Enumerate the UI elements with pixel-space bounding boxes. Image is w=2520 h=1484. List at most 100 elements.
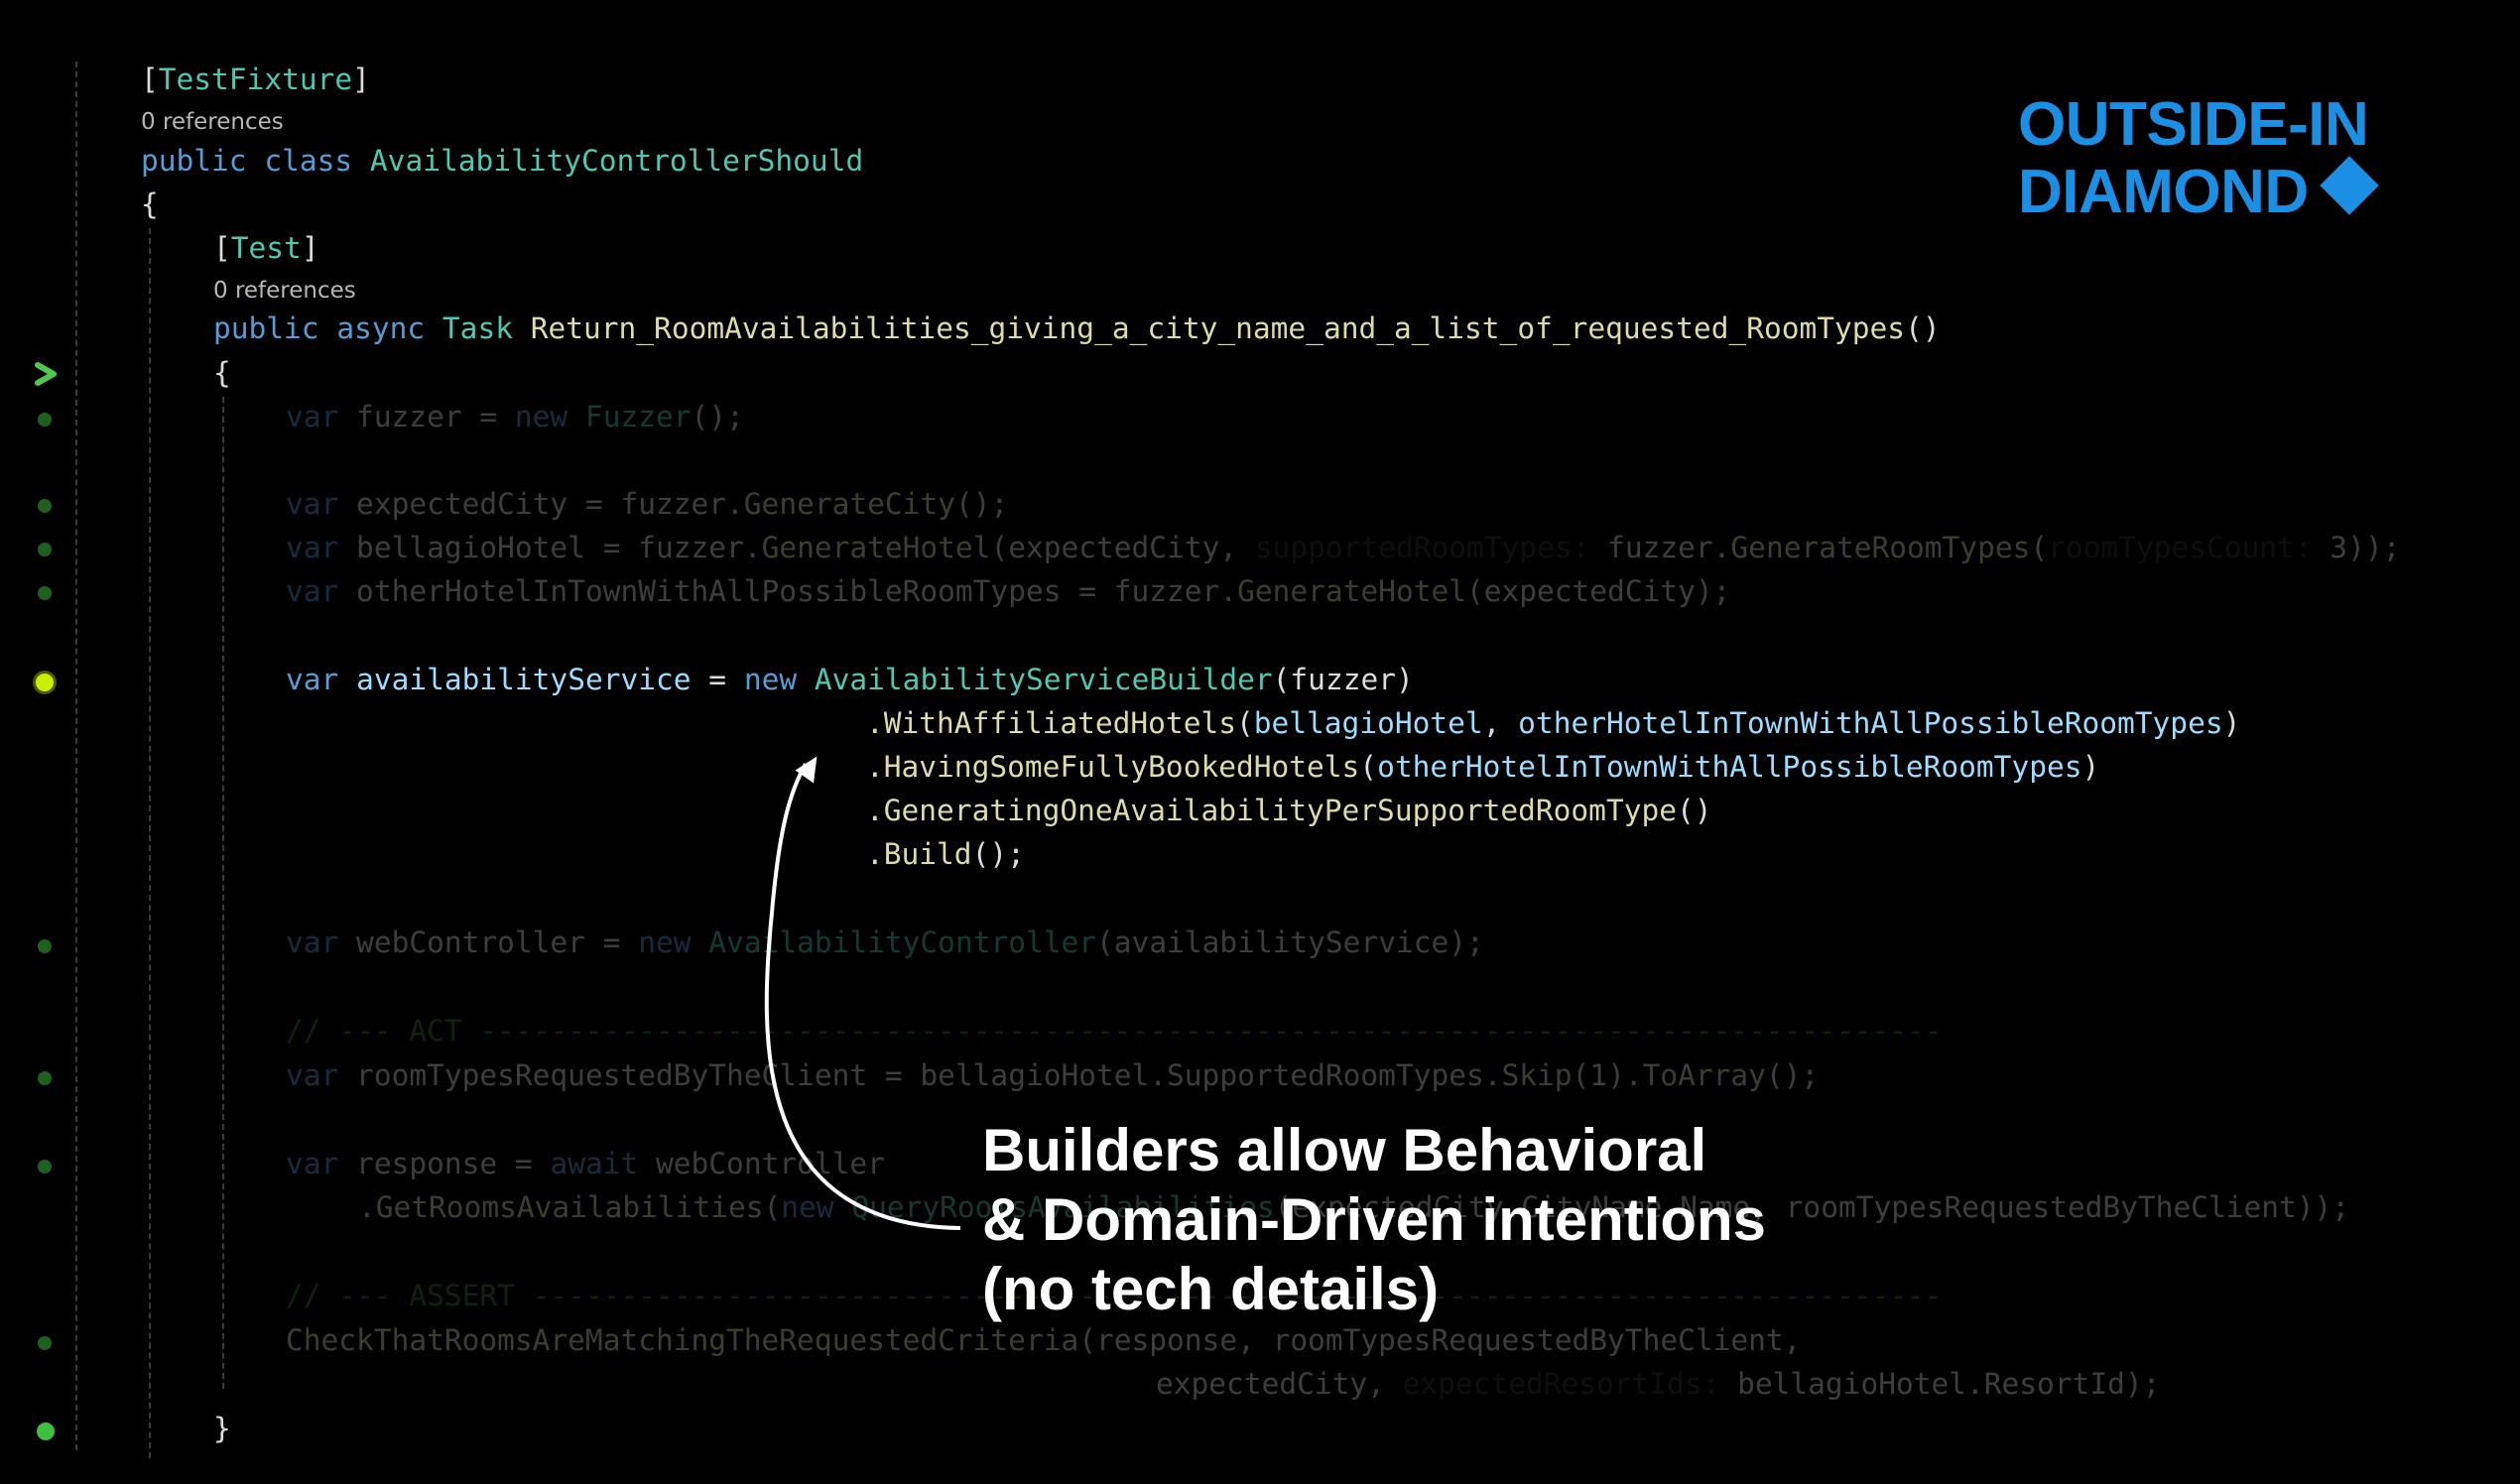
brace: } (213, 1412, 231, 1445)
code-line-chain-build[interactable]: .Build(); (866, 832, 1025, 876)
code-line-bellagio-hotel[interactable]: var bellagioHotel = fuzzer.GenerateHotel… (286, 526, 2400, 569)
argument: bellagioHotel (1253, 706, 1483, 740)
code-text: otherHotelInTownWithAllPossibleRoomTypes… (338, 574, 1238, 608)
codelens-references[interactable]: 0 references (141, 107, 284, 137)
code-text: (); (954, 487, 1009, 521)
code-text: ( (2030, 531, 2049, 564)
codelens-references[interactable]: 0 references (213, 276, 356, 306)
method-call: CheckThatRoomsAreMatchingTheRequestedCri… (286, 1323, 1079, 1357)
argument: otherHotelInTownWithAllPossibleRoomTypes (1518, 706, 2223, 740)
attribute-name: TestFixture (158, 62, 353, 96)
keyword: class (264, 144, 353, 178)
callout-annotation: Builders allow Behavioral & Domain-Drive… (982, 1116, 1766, 1324)
type-name: AvailabilityServiceBuilder (814, 663, 1273, 696)
code-line-class-declaration[interactable]: public class AvailabilityControllerShoul… (141, 139, 863, 183)
code-line-brace[interactable]: { (213, 351, 231, 395)
outside-in-diamond-logo: OUTSIDE-IN DIAMOND (2018, 91, 2379, 226)
code-line-brace-close[interactable]: } (213, 1407, 231, 1450)
code-line-attribute-fixture[interactable]: [TestFixture] (141, 58, 370, 101)
brace: { (141, 187, 159, 221)
code-line-attribute-test[interactable]: [Test] (213, 226, 319, 270)
brand-line-2: DIAMOND (2018, 156, 2379, 226)
breakpoint-dot[interactable] (38, 543, 52, 556)
keyword: await (550, 1147, 639, 1180)
bracket: ] (301, 231, 319, 265)
brace: { (213, 356, 231, 390)
code-line-web-controller[interactable]: var webController = new AvailabilityCont… (286, 921, 1484, 964)
keyword: var (286, 400, 339, 433)
code-comment-act[interactable]: // --- ACT -----------------------------… (286, 1009, 1943, 1052)
method-call: .Build (866, 837, 972, 871)
code-line-chain-affiliated[interactable]: .WithAffiliatedHotels(bellagioHotel, oth… (866, 701, 2240, 745)
code-text: (1). (1572, 1058, 1643, 1092)
type-name: Fuzzer (584, 400, 692, 433)
code-line-check-continued[interactable]: expectedCity, expectedResortIds: bellagi… (1156, 1362, 2160, 1406)
keyword: var (286, 487, 339, 521)
code-text: response = (338, 1147, 551, 1180)
code-text: expectedCity, (1156, 1367, 1403, 1401)
indent-guide (149, 228, 151, 1458)
keyword: new (743, 663, 798, 696)
diamond-icon (2320, 156, 2379, 215)
breakpoint-dot-active[interactable] (36, 674, 54, 691)
code-line-fuzzer[interactable]: var fuzzer = new Fuzzer(); (286, 395, 744, 438)
code-line-availability-service[interactable]: var availabilityService = new Availabili… (286, 658, 1414, 701)
method-call: Skip (1501, 1058, 1573, 1092)
code-text: (expectedCity, (990, 531, 1255, 564)
code-text: webController = (338, 926, 639, 959)
code-text: (); (691, 400, 744, 433)
code-line-response[interactable]: var response = await webController (286, 1142, 885, 1185)
indent-guide (75, 62, 77, 1450)
code-text: (); (971, 837, 1025, 871)
method-call: .HavingSomeFullyBookedHotels (866, 750, 1360, 784)
bracket: [ (141, 62, 159, 96)
method-call: ToArray (1642, 1058, 1766, 1092)
variable-name: availabilityService (356, 663, 692, 696)
breakpoint-dot[interactable] (37, 1422, 55, 1440)
method-name: Return_RoomAvailabilities_giving_a_city_… (530, 311, 1906, 345)
brand-line-2-text: DIAMOND (2018, 158, 2309, 226)
code-text: (); (1765, 1058, 1820, 1092)
parameter-hint: supportedRoomTypes: (1254, 531, 1590, 564)
callout-line-1: Builders allow Behavioral (982, 1117, 1707, 1183)
code-line-chain-fully-booked[interactable]: .HavingSomeFullyBookedHotels(otherHotelI… (866, 745, 2099, 789)
keyword: var (286, 1147, 339, 1180)
code-editor-canvas: [TestFixture] 0 references public class … (0, 0, 2520, 1484)
type-name: AvailabilityController (708, 926, 1097, 959)
code-line-check[interactable]: CheckThatRoomsAreMatchingTheRequestedCri… (286, 1318, 1801, 1362)
breakpoint-dot[interactable] (38, 1160, 52, 1174)
keyword: var (286, 574, 339, 608)
code-text: webController (638, 1147, 885, 1180)
parameter-hint: roomTypesCount: (2048, 531, 2313, 564)
keyword: public (213, 311, 319, 345)
callout-line-3: (no tech details) (982, 1256, 1440, 1322)
keyword: var (286, 663, 339, 696)
code-text: fuzzer. (1589, 531, 1731, 564)
breakpoint-dot[interactable] (38, 939, 52, 953)
indent-guide (222, 397, 224, 1389)
keyword: new (514, 400, 568, 433)
keyword: var (286, 926, 339, 959)
breakpoint-dot[interactable] (38, 586, 52, 600)
code-line-brace[interactable]: { (141, 183, 159, 226)
keyword: var (286, 531, 339, 564)
code-line-chain-generating[interactable]: .GeneratingOneAvailabilityPerSupportedRo… (866, 789, 1712, 832)
method-call: GenerateRoomTypes (1730, 531, 2031, 564)
argument: otherHotelInTownWithAllPossibleRoomTypes (1377, 750, 2082, 784)
breakpoint-dot[interactable] (38, 499, 52, 513)
method-call: GenerateHotel (1237, 574, 1466, 608)
code-line-method-declaration[interactable]: public async Task Return_RoomAvailabilit… (213, 307, 1941, 350)
keyword: async (336, 311, 426, 345)
code-text: 3)); (2312, 531, 2401, 564)
class-name: AvailabilityControllerShould (369, 144, 864, 178)
code-line-room-types-requested[interactable]: var roomTypesRequestedByTheClient = bell… (286, 1053, 1819, 1097)
breakpoint-dot[interactable] (38, 1071, 52, 1085)
code-text: (expectedCity); (1465, 574, 1731, 608)
code-line-other-hotel[interactable]: var otherHotelInTownWithAllPossibleRoomT… (286, 569, 1730, 613)
breakpoint-dot[interactable] (38, 1336, 52, 1350)
code-text: expectedCity = fuzzer. (338, 487, 744, 521)
code-text: = (691, 663, 744, 696)
code-text: () (1676, 794, 1712, 827)
breakpoint-dot[interactable] (38, 413, 52, 427)
code-line-expected-city[interactable]: var expectedCity = fuzzer.GenerateCity()… (286, 482, 1008, 526)
